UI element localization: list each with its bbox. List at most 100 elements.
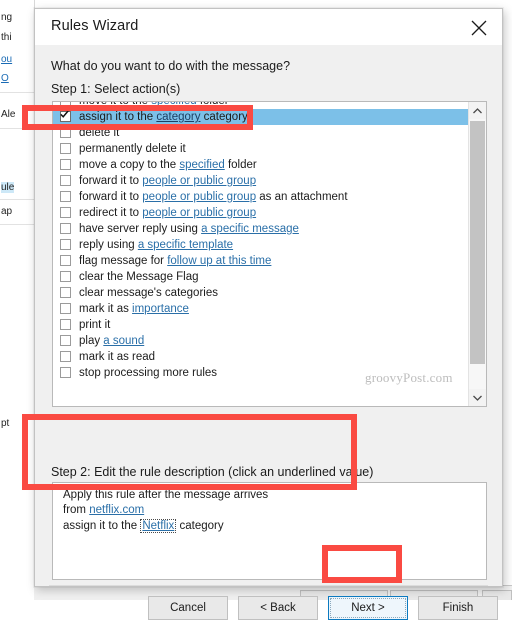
action-link[interactable]: category <box>156 111 200 123</box>
action-row[interactable]: move a copy to the specified folder <box>53 157 468 173</box>
dialog-body: What do you want to do with the message?… <box>35 45 502 620</box>
action-link[interactable]: a specific template <box>138 239 233 251</box>
background-fragment-link[interactable]: ou <box>1 54 12 65</box>
description-category-value[interactable]: Netflix <box>140 519 177 533</box>
action-text: stop processing more rules <box>79 367 218 379</box>
action-checkbox[interactable] <box>60 102 71 106</box>
action-link[interactable]: specified <box>151 102 196 107</box>
action-row[interactable]: permanently delete it <box>53 141 468 157</box>
action-row[interactable]: delete it <box>53 125 468 141</box>
action-checkbox[interactable] <box>60 239 71 250</box>
action-checkbox[interactable] <box>60 335 71 346</box>
background-fragment: thi <box>1 32 12 43</box>
action-text: move a copy to the <box>79 159 180 171</box>
action-checkbox[interactable] <box>60 303 71 314</box>
action-text: assign it to the <box>79 111 157 123</box>
action-list-body: move it to the specified folder assign it… <box>53 101 468 381</box>
background-divider <box>0 224 34 225</box>
action-checkbox[interactable] <box>60 319 71 330</box>
dialog-title: Rules Wizard <box>51 18 139 34</box>
dialog-title-bar: Rules Wizard <box>35 9 502 45</box>
background-divider <box>0 128 34 129</box>
action-link[interactable]: follow up at this time <box>167 255 271 267</box>
action-link[interactable]: a specific message <box>201 223 299 235</box>
action-link[interactable]: people or public group <box>142 191 256 203</box>
action-text: forward it to <box>79 191 143 203</box>
action-text: permanently delete it <box>79 143 186 155</box>
action-list[interactable]: move it to the specified folder assign it… <box>52 101 487 407</box>
scroll-up-button[interactable] <box>469 102 486 119</box>
action-text: redirect it to <box>79 207 143 219</box>
description-line-2: from netflix.com <box>63 504 144 516</box>
action-link[interactable]: a sound <box>103 335 144 347</box>
description-line-3-prefix: assign it to the <box>63 520 141 532</box>
action-checkbox[interactable] <box>60 367 71 378</box>
action-checkbox[interactable] <box>60 159 71 170</box>
action-list-scrollbar[interactable] <box>468 102 486 406</box>
screenshot-root: ng thi ou O Ale ule ap pt Rules Wizard W… <box>0 0 512 620</box>
action-checkbox[interactable] <box>60 207 71 218</box>
action-text: category <box>200 111 248 123</box>
action-text: play <box>79 335 104 347</box>
background-fragment-link[interactable]: O <box>1 73 9 84</box>
description-line-2-prefix: from <box>63 504 90 516</box>
action-row[interactable]: mark it as read <box>53 349 468 365</box>
watermark: groovyPost.com <box>365 370 453 385</box>
action-link[interactable]: people or public group <box>142 207 256 219</box>
prompt-question: What do you want to do with the message? <box>51 59 291 73</box>
action-checkbox[interactable] <box>60 287 71 298</box>
action-row[interactable]: assign it to the category category <box>53 109 468 125</box>
action-row[interactable]: move it to the specified folder <box>53 101 468 109</box>
action-text: delete it <box>79 127 120 139</box>
action-text: reply using <box>79 239 138 251</box>
description-line-3-suffix: category <box>176 520 224 532</box>
action-row[interactable]: reply using a specific template <box>53 237 468 253</box>
background-fragment: Ale <box>1 109 16 120</box>
chevron-up-icon <box>473 108 482 114</box>
description-line-3: assign it to the Netflix category <box>63 519 224 533</box>
action-row[interactable]: play a sound <box>53 333 468 349</box>
action-text: move it to the <box>79 101 152 107</box>
action-text: as an attachment <box>256 191 348 203</box>
action-row[interactable]: flag message for follow up at this time <box>53 253 468 269</box>
close-button[interactable] <box>456 9 502 45</box>
action-row[interactable]: clear the Message Flag <box>53 269 468 285</box>
background-fragment-selected: ule <box>1 182 15 193</box>
action-checkbox[interactable] <box>60 223 71 234</box>
checkmark-icon <box>60 110 69 118</box>
footer-divider <box>49 585 488 586</box>
action-row[interactable]: forward it to people or public group as … <box>53 189 468 205</box>
action-checkbox[interactable] <box>60 143 71 154</box>
background-fragment: ng <box>1 12 13 23</box>
action-text: clear the Message Flag <box>79 271 199 283</box>
action-row[interactable]: redirect it to people or public group <box>53 205 468 221</box>
description-line-1: Apply this rule after the message arrive… <box>63 489 269 501</box>
action-checkbox[interactable] <box>60 191 71 202</box>
action-row[interactable]: have server reply using a specific messa… <box>53 221 468 237</box>
action-checkbox[interactable] <box>60 127 71 138</box>
action-text: flag message for <box>79 255 168 267</box>
background-left-panel: ng thi ou O Ale ule ap pt <box>0 0 35 585</box>
action-text: mark it as read <box>79 351 156 363</box>
background-fragment: pt <box>1 418 10 429</box>
background-divider <box>0 199 34 200</box>
action-checkbox[interactable] <box>60 255 71 266</box>
action-row[interactable]: forward it to people or public group <box>53 173 468 189</box>
close-icon <box>471 20 487 36</box>
rule-description-box[interactable]: Apply this rule after the message arrive… <box>52 482 487 580</box>
action-link[interactable]: people or public group <box>142 175 256 187</box>
action-row[interactable]: clear message's categories <box>53 285 468 301</box>
description-from-link[interactable]: netflix.com <box>89 504 144 516</box>
scrollbar-thumb[interactable] <box>470 121 485 364</box>
action-checkbox[interactable] <box>60 175 71 186</box>
action-checkbox[interactable] <box>60 271 71 282</box>
action-checkbox[interactable] <box>60 351 71 362</box>
action-text: have server reply using <box>79 223 202 235</box>
rules-wizard-dialog: Rules Wizard What do you want to do with… <box>34 8 503 620</box>
scroll-down-button[interactable] <box>469 389 486 406</box>
action-text: folder <box>196 101 229 107</box>
action-row[interactable]: print it <box>53 317 468 333</box>
action-link[interactable]: specified <box>179 159 224 171</box>
action-link[interactable]: importance <box>132 303 189 315</box>
action-row[interactable]: mark it as importance <box>53 301 468 317</box>
